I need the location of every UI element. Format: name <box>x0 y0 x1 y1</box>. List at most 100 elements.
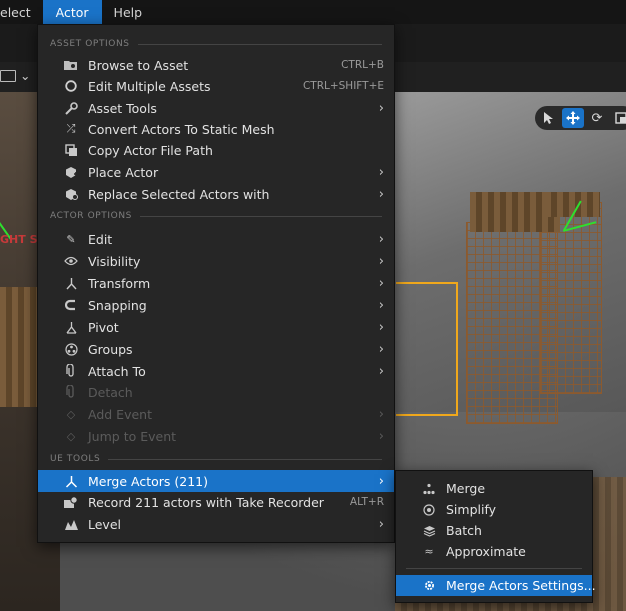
submenu-item-simplify[interactable]: Simplify <box>396 499 592 520</box>
menu-select[interactable]: elect <box>0 0 43 24</box>
item-label: Add Event <box>88 406 152 422</box>
section-title: ASSET OPTIONS <box>50 39 130 49</box>
viewport-menu-icon <box>0 69 16 82</box>
event-icon: ◇ <box>66 407 76 421</box>
chevron-right-icon: › <box>378 363 384 379</box>
menu-item-snapping[interactable]: Snapping › <box>38 294 394 316</box>
item-label: Detach <box>88 384 133 400</box>
batch-icon <box>422 524 436 538</box>
eye-icon <box>64 254 78 268</box>
item-label: Merge <box>446 481 486 496</box>
circle-icon <box>64 79 78 93</box>
menu-item-pivot[interactable]: Pivot › <box>38 316 394 338</box>
chevron-right-icon: › <box>378 516 384 532</box>
menu-item-record-take-recorder[interactable]: Record 211 actors with Take Recorder ALT… <box>38 491 394 513</box>
item-label: Record 211 actors with Take Recorder <box>88 494 324 510</box>
menu-item-edit[interactable]: ✎ Edit › <box>38 228 394 250</box>
rotate-icon[interactable]: ⟳ <box>586 108 608 128</box>
item-label: Visibility <box>88 253 141 269</box>
menubar: elect Actor Help <box>0 0 626 24</box>
select-icon[interactable] <box>538 108 560 128</box>
item-label: Edit Multiple Assets <box>88 78 211 94</box>
scale-icon[interactable] <box>610 108 626 128</box>
item-label: Merge Actors Settings... <box>446 578 596 593</box>
chevron-down-icon: ⌄ <box>20 68 31 83</box>
item-label: Copy Actor File Path <box>88 142 213 158</box>
submenu-item-merge-actors-settings[interactable]: Merge Actors Settings... <box>396 575 596 596</box>
chevron-right-icon: › <box>378 341 384 357</box>
magnet-icon <box>64 298 78 312</box>
section-asset-options: ASSET OPTIONS <box>50 37 382 51</box>
simplify-icon <box>422 503 436 517</box>
item-label: Convert Actors To Static Mesh <box>88 121 275 137</box>
submenu-item-merge[interactable]: Merge <box>396 478 592 499</box>
menu-item-asset-tools[interactable]: Asset Tools › <box>38 97 394 119</box>
item-label: Merge Actors (211) <box>88 473 208 489</box>
chevron-right-icon: › <box>378 406 384 422</box>
replace-icon <box>64 187 78 201</box>
menu-item-browse-to-asset[interactable]: Browse to Asset CTRL+B <box>38 54 394 76</box>
menu-item-groups[interactable]: Groups › <box>38 338 394 360</box>
item-label: Place Actor <box>88 164 159 180</box>
level-icon <box>64 517 78 531</box>
item-label: Transform <box>88 275 151 291</box>
section-title: ACTOR OPTIONS <box>50 211 132 221</box>
approximate-icon: ≈ <box>424 545 434 558</box>
item-label: Snapping <box>88 297 147 313</box>
section-title: UE TOOLS <box>50 454 101 464</box>
item-label: Edit <box>88 231 113 247</box>
item-label: Batch <box>446 523 482 538</box>
item-label: Asset Tools <box>88 100 157 116</box>
item-shortcut: CTRL+B <box>341 59 384 71</box>
convert-icon: ⤮ <box>66 122 76 135</box>
menu-help[interactable]: Help <box>102 0 155 24</box>
item-label: Attach To <box>88 363 146 379</box>
chevron-right-icon: › <box>378 186 384 202</box>
submenu-separator <box>406 568 582 569</box>
item-label: Replace Selected Actors with <box>88 186 270 202</box>
menu-item-level[interactable]: Level › <box>38 513 394 535</box>
item-label: Level <box>88 516 121 532</box>
menu-item-convert-actors[interactable]: ⤮ Convert Actors To Static Mesh <box>38 118 394 140</box>
menu-item-place-actor[interactable]: Place Actor › <box>38 161 394 183</box>
item-label: Simplify <box>446 502 497 517</box>
groups-icon <box>64 342 78 356</box>
submenu-item-approximate[interactable]: ≈ Approximate <box>396 541 592 562</box>
chevron-right-icon: › <box>378 253 384 269</box>
paperclip-icon <box>64 364 78 378</box>
item-shortcut: ALT+R <box>349 496 384 508</box>
submenu-item-batch[interactable]: Batch <box>396 520 592 541</box>
settings-gear-icon <box>422 579 436 593</box>
copy-icon <box>64 143 78 157</box>
menu-item-edit-multiple-assets[interactable]: Edit Multiple Assets CTRL+SHIFT+E <box>38 75 394 97</box>
folder-search-icon <box>64 58 78 72</box>
item-label: Browse to Asset <box>88 57 189 73</box>
item-label: Groups <box>88 341 133 357</box>
item-label: Approximate <box>446 544 526 559</box>
chevron-right-icon: › <box>378 164 384 180</box>
move-icon[interactable] <box>562 108 584 128</box>
menu-item-jump-to-event: ◇ Jump to Event › <box>38 425 394 447</box>
menu-item-attach-to[interactable]: Attach To › <box>38 360 394 382</box>
actor-dropdown-menu: ASSET OPTIONS Browse to Asset CTRL+B Edi… <box>37 24 395 543</box>
menu-item-merge-actors[interactable]: Merge Actors (211) › <box>38 470 394 492</box>
merge-actors-submenu: Merge Simplify Batch ≈ Approximate Merge… <box>395 470 596 603</box>
section-actor-options: ACTOR OPTIONS <box>50 209 382 223</box>
place-actor-icon <box>64 165 78 179</box>
item-label: Jump to Event <box>88 428 177 444</box>
menu-item-replace-selected-actors[interactable]: Replace Selected Actors with › <box>38 183 394 205</box>
menu-item-transform[interactable]: Transform › <box>38 272 394 294</box>
wrench-icon <box>64 101 78 115</box>
merge-tree-icon <box>422 482 436 496</box>
menu-item-copy-actor-file-path[interactable]: Copy Actor File Path <box>38 139 394 161</box>
selected-actor-outline <box>396 282 458 416</box>
menu-item-visibility[interactable]: Visibility › <box>38 250 394 272</box>
menu-item-add-event: ◇ Add Event › <box>38 403 394 425</box>
record-icon <box>64 495 78 509</box>
viewport-options[interactable]: ⌄ <box>0 68 30 83</box>
menu-actor[interactable]: Actor <box>42 0 102 24</box>
chevron-right-icon: › <box>378 100 384 116</box>
chevron-right-icon: › <box>378 428 384 444</box>
transform-icon <box>64 276 78 290</box>
item-shortcut: CTRL+SHIFT+E <box>302 80 384 92</box>
